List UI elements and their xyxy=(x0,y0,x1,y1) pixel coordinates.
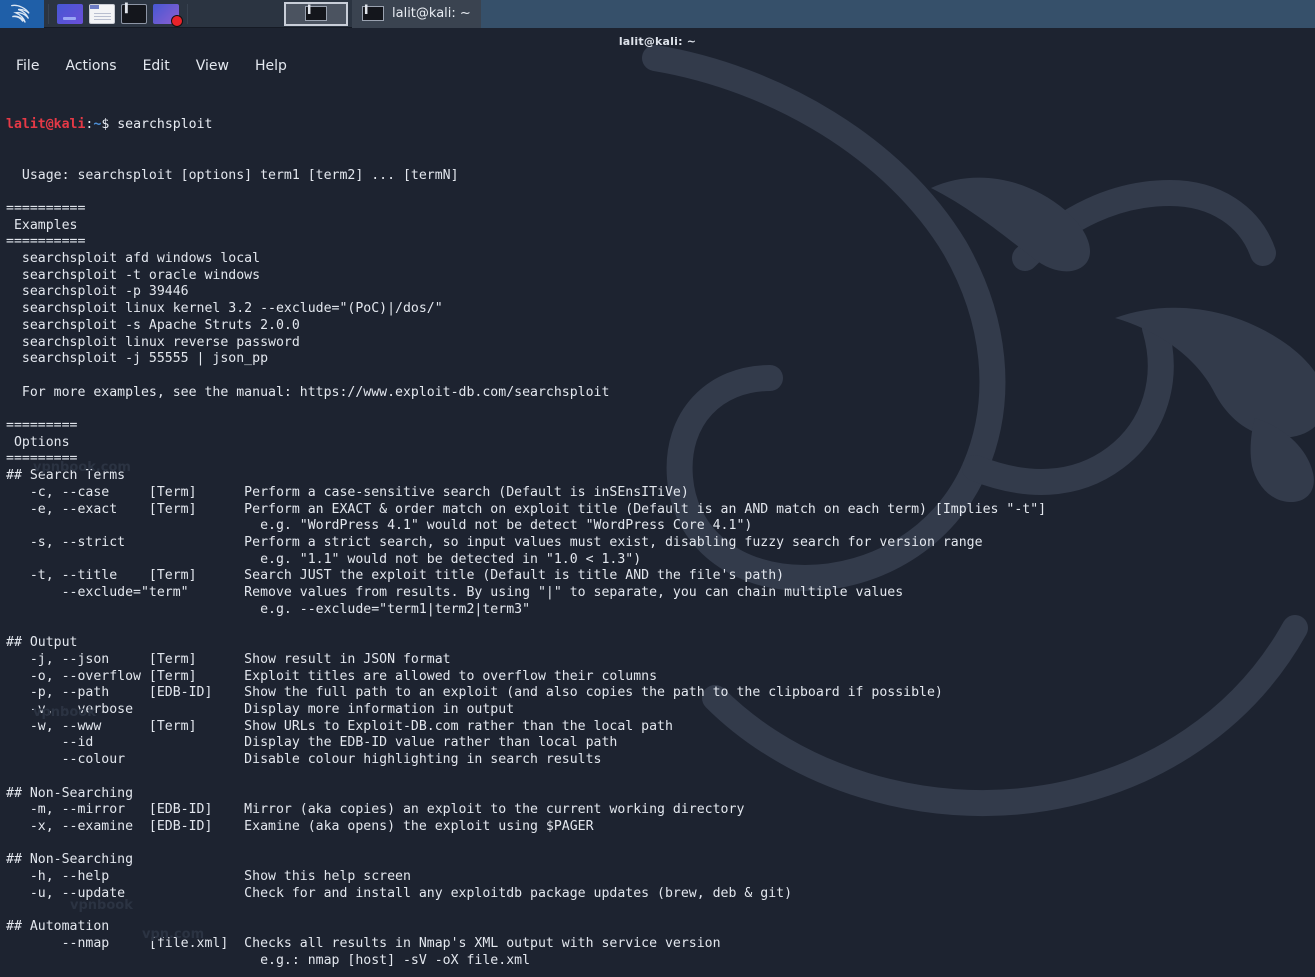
terminal-line: -c, --case [Term] Perform a case-sensiti… xyxy=(6,484,689,500)
terminal-window: lalit@kali: ~ File Actions Edit View Hel… xyxy=(0,28,1315,977)
terminal-icon xyxy=(362,5,384,21)
prompt-userhost: lalit@kali xyxy=(6,117,86,133)
terminal-line: ========== xyxy=(6,200,86,216)
terminal-line: searchsploit -j 55555 | json_pp xyxy=(6,351,269,367)
terminal-line: ========= xyxy=(6,451,78,467)
terminal-icon xyxy=(305,5,327,21)
terminal-line: -v, --verbose Display more information i… xyxy=(6,702,515,718)
terminal-output: Usage: searchsploit [options] term1 [ter… xyxy=(6,168,1315,977)
terminal-line: -u, --update Check for and install any e… xyxy=(6,885,793,901)
desktop-taskbar: lalit@kali: ~ xyxy=(0,0,1315,28)
terminal-line: ## Output xyxy=(6,635,78,651)
menu-actions[interactable]: Actions xyxy=(65,58,116,74)
terminal-menubar: File Actions Edit View Help xyxy=(0,54,1315,80)
terminal-line: -w, --www [Term] Show URLs to Exploit-DB… xyxy=(6,718,673,734)
terminal-line: ## Search Terms xyxy=(6,468,126,484)
kali-logo-glyph xyxy=(11,4,30,23)
terminal-line: searchsploit linux kernel 3.2 --exclude=… xyxy=(6,301,443,317)
terminal-line: searchsploit -s Apache Struts 2.0.0 xyxy=(6,317,300,333)
prompt-line: lalit@kali:~$ searchsploit xyxy=(6,117,1315,134)
terminal-line: -h, --help Show this help screen xyxy=(6,869,411,885)
terminal-line: e.g. "1.1" would not be detected in "1.0… xyxy=(6,551,642,567)
terminal-line: -m, --mirror [EDB-ID] Mirror (aka copies… xyxy=(6,802,745,818)
terminal-line: -x, --examine [EDB-ID] Examine (aka open… xyxy=(6,818,594,834)
terminal-line: Options xyxy=(6,434,70,450)
window-list-item[interactable]: lalit@kali: ~ xyxy=(352,0,481,28)
terminal-line: searchsploit -p 39446 xyxy=(6,284,189,300)
terminal-line: ========== xyxy=(6,234,86,250)
kali-dragon-icon[interactable] xyxy=(0,0,44,28)
terminal-line: --id Display the EDB-ID value rather tha… xyxy=(6,735,618,751)
terminal-line: For more examples, see the manual: https… xyxy=(6,384,610,400)
window-title: lalit@kali: ~ xyxy=(618,34,697,48)
terminal-line: --colour Disable colour highlighting in … xyxy=(6,752,602,768)
terminal-line: -j, --json [Term] Show result in JSON fo… xyxy=(6,651,451,667)
terminal-line: Usage: searchsploit [options] term1 [ter… xyxy=(6,167,459,183)
terminal-line: -s, --strict Perform a strict search, so… xyxy=(6,534,983,550)
terminal-line: ## Non-Searching xyxy=(6,852,134,868)
terminal-line: ## Automation xyxy=(6,919,110,935)
taskbar-separator-2 xyxy=(187,3,188,24)
terminal-line: searchsploit linux reverse password xyxy=(6,334,300,350)
terminal-line: e.g. "WordPress 4.1" would not be detect… xyxy=(6,518,753,534)
terminal-line: searchsploit -t oracle windows xyxy=(6,267,261,283)
terminal-line: -p, --path [EDB-ID] Show the full path t… xyxy=(6,685,943,701)
terminal-line: --nmap [file.xml] Checks all results in … xyxy=(6,935,721,951)
text-editor-launcher[interactable] xyxy=(89,3,115,24)
menu-help[interactable]: Help xyxy=(255,58,287,74)
terminal-line: searchsploit afd windows local xyxy=(6,251,261,267)
taskbar-separator xyxy=(48,3,49,24)
terminal-line: Examples xyxy=(6,217,78,233)
terminal-line: ## Non-Searching xyxy=(6,785,134,801)
terminal-line: -t, --title [Term] Search JUST the explo… xyxy=(6,568,785,584)
terminal-screen[interactable]: lalit@kali:~$ searchsploit Usage: search… xyxy=(0,80,1315,977)
terminal-line: -e, --exact [Term] Perform an EXACT & or… xyxy=(6,501,1047,517)
launcher-group xyxy=(53,3,183,27)
terminal-line: e.g.: nmap [host] -sV -oX file.xml xyxy=(6,952,531,968)
workspace-switcher-button[interactable] xyxy=(284,1,348,26)
menu-file[interactable]: File xyxy=(16,58,39,74)
terminal-line: --exclude="term" Remove values from resu… xyxy=(6,585,904,601)
menu-view[interactable]: View xyxy=(196,58,229,74)
terminal-line: e.g. --exclude="term1|term2|term3" xyxy=(6,601,531,617)
terminal-line: -o, --overflow [Term] Exploit titles are… xyxy=(6,668,658,684)
terminal-titlebar: lalit@kali: ~ xyxy=(0,28,1315,54)
menu-edit[interactable]: Edit xyxy=(143,58,170,74)
terminal-launcher[interactable] xyxy=(121,3,147,24)
burpsuite-launcher[interactable] xyxy=(153,3,183,27)
terminal-line: ========= xyxy=(6,418,78,434)
files-launcher[interactable] xyxy=(57,3,83,24)
window-list-label: lalit@kali: ~ xyxy=(392,6,471,21)
burp-badge-icon xyxy=(171,14,183,27)
prompt-command: searchsploit xyxy=(109,117,213,133)
taskbar-empty-area[interactable] xyxy=(480,0,1315,28)
